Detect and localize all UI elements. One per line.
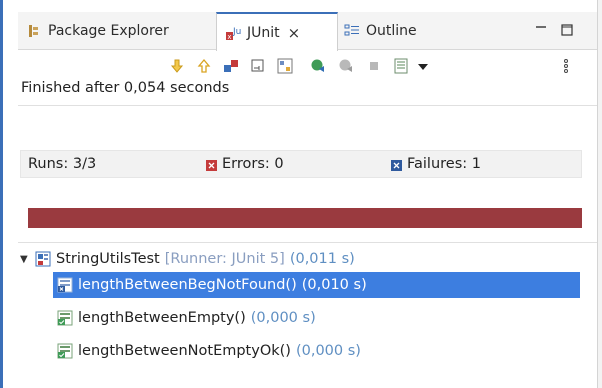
view-menu-icon[interactable] [413,56,433,76]
test-failed-icon [57,277,73,293]
tab-label: JUnit [247,24,280,41]
runs-label: Runs: [28,156,69,172]
minimize-icon[interactable] [533,22,549,38]
more-options-icon[interactable] [556,56,576,76]
svg-text:x: x [227,33,231,41]
errors-label: Errors: [222,156,270,172]
junit-toolbar [18,50,597,82]
show-failures-only-icon[interactable] [221,56,241,76]
next-failure-icon[interactable] [167,56,187,76]
test-method-time: (0,000 s) [250,310,316,326]
tree-node-test-method[interactable]: lengthBetweenEmpty() (0,000 s) [53,305,580,331]
tree-node-test-class[interactable]: ▼ StringUtilsTest [Runner: JUnit 5] (0,0… [20,246,580,272]
test-method-time: (0,000 s) [295,343,361,359]
progress-fill [28,208,582,228]
view-tab-bar: Package Explorer x Ju JUnit × Outline [18,12,597,51]
test-method-name: lengthBetweenNotEmptyOk() [78,343,291,359]
tree-node-test-method[interactable]: lengthBetweenNotEmptyOk() (0,000 s) [53,338,580,364]
failures-label: Failures: [407,156,468,172]
previous-failure-icon[interactable] [194,56,214,76]
test-run-history-icon[interactable] [391,56,411,76]
runs-counter: Runs: 3/3 [28,151,96,177]
package-explorer-icon [26,23,42,39]
failures-value: 1 [471,156,481,172]
test-suite-failed-icon [35,251,51,267]
outline-icon [344,23,360,39]
svg-text:Ju: Ju [232,27,241,37]
tab-package-explorer[interactable]: Package Explorer [26,12,169,50]
test-progress-bar [28,208,582,228]
tab-label: Package Explorer [48,23,169,39]
show-skipped-tests-icon[interactable] [275,56,295,76]
editor-area-edge [0,0,3,388]
runs-value: 3/3 [72,156,97,172]
tree-node-test-method[interactable]: lengthBetweenBegNotFound() (0,010 s) [53,272,580,298]
stop-icon[interactable] [364,56,384,76]
divider [18,105,597,106]
divider [18,242,597,243]
test-class-time: (0,011 s) [289,251,355,267]
chevron-down-icon[interactable]: ▼ [20,254,32,265]
test-passed-icon [57,343,73,359]
errors-counter: Errors: 0 [206,151,284,177]
test-passed-icon [57,310,73,326]
test-method-name: lengthBetweenBegNotFound() [78,277,297,293]
maximize-icon[interactable] [559,22,575,38]
runner-label: [Runner: JUnit 5] [164,251,285,267]
tab-outline[interactable]: Outline [344,12,417,50]
tab-junit[interactable]: x Ju JUnit × [216,12,338,51]
junit-view: Package Explorer x Ju JUnit × Outline Fi… [18,12,597,388]
junit-icon: x Ju [225,25,241,41]
tab-label: Outline [366,23,417,39]
close-icon[interactable]: × [288,24,301,42]
test-class-name: StringUtilsTest [56,251,160,267]
run-status-text: Finished after 0,054 seconds [21,80,230,96]
right-sash[interactable] [597,0,602,388]
errors-value: 0 [274,156,284,172]
error-icon [206,159,217,171]
failures-counter: Failures: 1 [391,151,481,177]
test-method-name: lengthBetweenEmpty() [78,310,246,326]
rerun-test-icon[interactable] [308,56,328,76]
rerun-failed-first-icon[interactable] [336,56,356,76]
scroll-lock-icon[interactable] [248,56,268,76]
test-method-time: (0,010 s) [301,277,367,293]
failure-icon [391,159,402,171]
counter-panel: Runs: 3/3 Errors: 0 Failures: 1 [20,150,582,178]
